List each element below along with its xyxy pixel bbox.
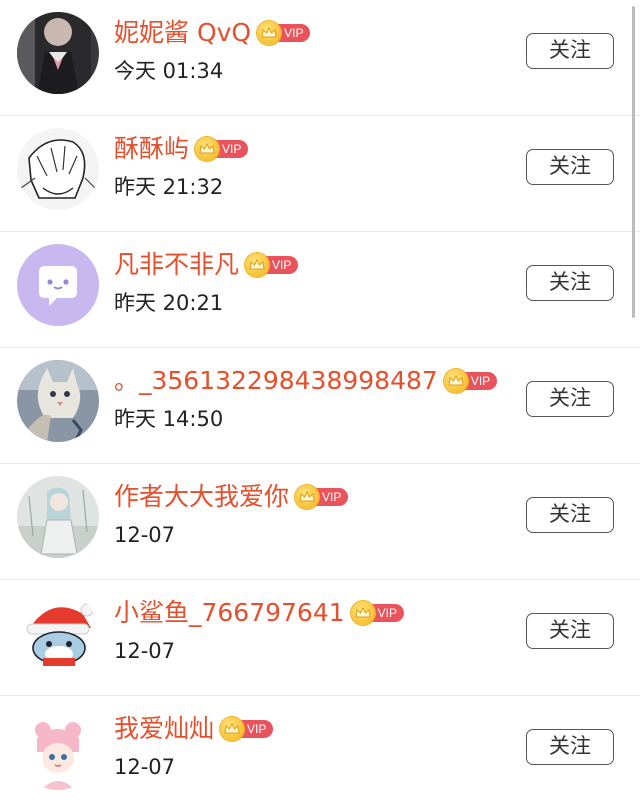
list-item[interactable]: 我爱灿灿 VIP 12-07 关注 (0, 696, 640, 812)
vip-badge: VIP (245, 253, 299, 277)
vip-badge: VIP (350, 601, 404, 625)
pink-bear-girl-avatar[interactable] (17, 708, 99, 790)
vip-badge: VIP (195, 137, 249, 161)
vip-badge: VIP (443, 369, 498, 393)
follow-button[interactable]: 关注 (526, 381, 614, 417)
follow-button[interactable]: 关注 (526, 33, 614, 69)
scrollbar[interactable] (632, 6, 635, 318)
follow-time: 12-07 (114, 639, 176, 663)
follow-button[interactable]: 关注 (526, 729, 614, 765)
list-item[interactable]: 妮妮酱 QvQ VIP 今天 01:34 关注 (0, 0, 640, 116)
crown-icon (257, 21, 282, 45)
crown-icon (195, 137, 220, 161)
shark-santa-hat-avatar[interactable] (17, 592, 99, 674)
girl-uniform-avatar[interactable] (17, 12, 99, 94)
follow-time: 今天 01:34 (114, 59, 224, 83)
crown-icon (220, 717, 245, 741)
follow-time: 12-07 (114, 523, 176, 547)
username[interactable]: 妮妮酱 QvQ (114, 16, 251, 50)
purple-chat-avatar[interactable] (17, 244, 99, 326)
username[interactable]: 酥酥屿 (114, 132, 189, 166)
list-item[interactable]: 。_35613229843899848​7 VIP 昨天 14:50 关注 (0, 348, 640, 464)
follow-button[interactable]: 关注 (526, 149, 614, 185)
cat-avatar[interactable] (17, 360, 99, 442)
follow-button[interactable]: 关注 (526, 497, 614, 533)
anime-girl-avatar[interactable] (17, 476, 99, 558)
username[interactable]: 凡非不非凡 (114, 248, 239, 282)
list-item[interactable]: 凡非不非凡 VIP 昨天 20:21 关注 (0, 232, 640, 348)
crown-icon (443, 369, 468, 393)
crown-icon (295, 485, 320, 509)
username[interactable]: 作者大大我爱你 (114, 480, 289, 514)
follow-time: 昨天 14:50 (114, 407, 224, 431)
follow-button[interactable]: 关注 (526, 265, 614, 301)
vip-badge: VIP (257, 21, 311, 45)
follower-list: 妮妮酱 QvQ VIP 今天 01:34 关注 酥酥屿 VIP 昨天 21:32… (0, 0, 640, 798)
username[interactable]: 我爱灿灿 (114, 712, 214, 746)
list-item[interactable]: 酥酥屿 VIP 昨天 21:32 关注 (0, 116, 640, 232)
vip-badge: VIP (220, 717, 274, 741)
follow-button[interactable]: 关注 (526, 613, 614, 649)
list-item[interactable]: 作者大大我爱你 VIP 12-07 关注 (0, 464, 640, 580)
follow-time: 昨天 20:21 (114, 291, 224, 315)
sketch-character-avatar[interactable] (17, 128, 99, 210)
username[interactable]: 小鲨鱼_766797641 (114, 596, 345, 630)
crown-icon (245, 253, 270, 277)
follow-time: 12-07 (114, 755, 176, 779)
username[interactable]: 。_35613229843899848​7 (114, 364, 438, 398)
crown-icon (350, 601, 375, 625)
list-item[interactable]: 小鲨鱼_766797641 VIP 12-07 关注 (0, 580, 640, 696)
vip-badge: VIP (295, 485, 349, 509)
follow-time: 昨天 21:32 (114, 175, 224, 199)
